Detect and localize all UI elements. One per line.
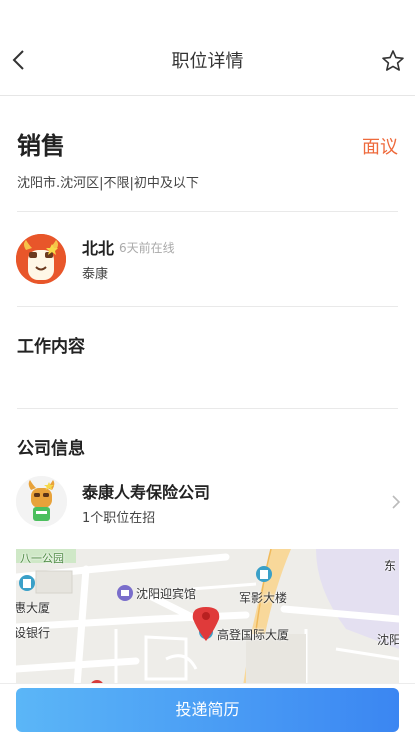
- divider: [17, 211, 398, 212]
- divider: [17, 408, 398, 409]
- positions-count: 1个职位在招: [82, 511, 156, 526]
- job-title: 销售: [17, 132, 65, 160]
- recruiter-name: 北北: [82, 239, 115, 258]
- map-graphic: [16, 549, 399, 699]
- apply-resume-button[interactable]: 投递简历: [16, 688, 399, 732]
- company-logo[interactable]: [16, 476, 67, 527]
- page-title: 职位详情: [171, 51, 244, 72]
- map-label-huida: 惠大厦: [16, 601, 51, 615]
- work-content-heading: 工作内容: [17, 337, 85, 357]
- job-meta: 沈阳市.沈河区|不限|初中及以下: [17, 176, 199, 191]
- map-label-gaodeng: 高登国际大厦: [217, 628, 290, 642]
- map-label-junying: 军影大楼: [239, 591, 288, 605]
- company-info-heading: 公司信息: [17, 439, 85, 459]
- map-label-east: 东: [384, 559, 397, 573]
- online-status: 6天前在线: [119, 241, 175, 255]
- salary-label: 面议: [362, 137, 398, 158]
- star-favorite-icon[interactable]: [381, 49, 405, 73]
- recruiter-avatar[interactable]: [16, 234, 66, 284]
- location-map[interactable]: 八一公园 沈阳迎宾馆 军影大楼 惠大厦 设银行 高登国际大厦 东 沈阳: [16, 549, 399, 699]
- map-label-shenyang: 沈阳: [377, 633, 399, 647]
- top-header: 职位详情: [0, 0, 415, 96]
- map-label-park: 八一公园: [20, 552, 64, 565]
- company-name[interactable]: 泰康人寿保险公司: [82, 479, 210, 503]
- chevron-right-icon[interactable]: [391, 494, 401, 510]
- recruiter-company: 泰康: [82, 267, 109, 282]
- map-label-bank: 设银行: [16, 626, 51, 640]
- map-label-hotel: 沈阳迎宾馆: [136, 587, 197, 601]
- divider: [17, 306, 398, 307]
